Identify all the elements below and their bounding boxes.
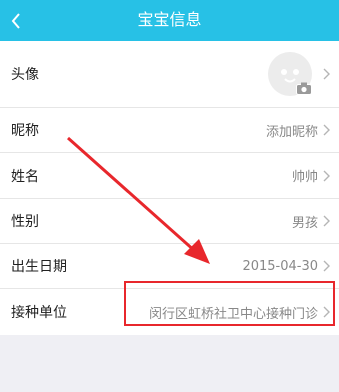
row-gender[interactable]: 性别 男孩 — [0, 199, 339, 244]
highlight-box — [124, 281, 335, 326]
row-name[interactable]: 姓名 帅帅 — [0, 153, 339, 199]
avatar-label: 头像 — [11, 67, 39, 83]
camera-icon — [296, 82, 312, 95]
gender-value: 男孩 — [291, 215, 318, 231]
vaccination-unit-label: 接种单位 — [11, 305, 67, 321]
chevron-right-icon — [323, 124, 330, 136]
name-label: 姓名 — [11, 168, 39, 185]
name-value: 帅帅 — [291, 170, 318, 185]
avatar[interactable] — [268, 52, 312, 96]
chevron-right-icon — [323, 215, 330, 227]
row-avatar[interactable]: 头像 — [0, 41, 339, 108]
nickname-value: 添加昵称 — [265, 124, 318, 140]
header-bar: 宝宝信息 — [0, 0, 339, 41]
chevron-right-icon — [323, 170, 330, 181]
chevron-right-icon — [323, 260, 330, 272]
page-title: 宝宝信息 — [137, 10, 202, 29]
nickname-label: 昵称 — [11, 123, 39, 139]
gender-label: 性别 — [11, 214, 39, 230]
birthdate-label: 出生日期 — [11, 259, 67, 275]
row-nickname[interactable]: 昵称 添加昵称 — [0, 108, 339, 153]
chevron-right-icon — [323, 68, 330, 80]
